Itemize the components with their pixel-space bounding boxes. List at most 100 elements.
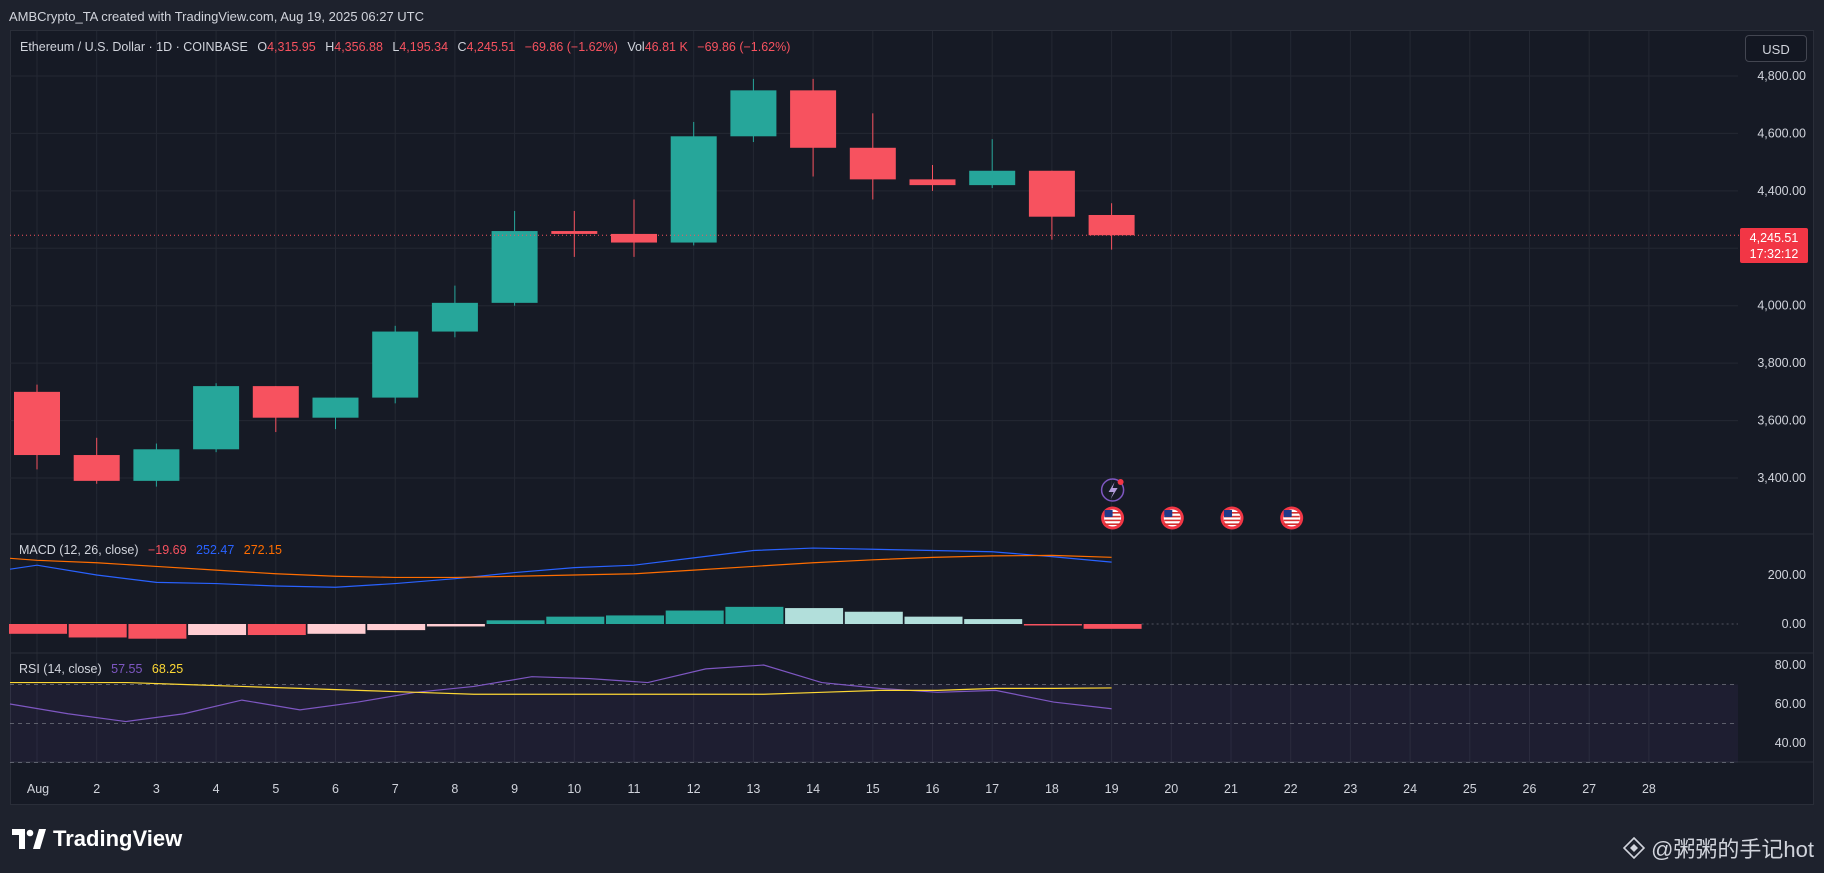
time-tick-label: 18	[1045, 782, 1059, 796]
macd-histogram-bar	[964, 619, 1023, 624]
time-tick-label: 13	[746, 782, 760, 796]
tradingview-logo-icon	[12, 829, 46, 849]
time-tick-label: 14	[806, 782, 820, 796]
macd-histogram-bar	[785, 608, 844, 624]
rsi-label: RSI (14, close)	[19, 662, 102, 676]
macd-histogram-bar	[1023, 624, 1082, 626]
candle	[372, 325, 419, 404]
time-tick-label: 2	[93, 782, 100, 796]
time-tick-label: 24	[1403, 782, 1417, 796]
macd-histogram-bar	[307, 624, 366, 634]
symbol-label[interactable]: Ethereum / U.S. Dollar · 1D · COINBASE	[20, 40, 248, 54]
volume-label: Vol	[627, 40, 645, 54]
macd-histogram-bar	[725, 606, 784, 624]
rsi-tick-label: 40.00	[1775, 736, 1806, 750]
macd-histogram-bar	[367, 624, 426, 631]
flag-stripe	[1224, 519, 1240, 522]
candle	[551, 210, 598, 257]
time-tick-label: 3	[153, 782, 160, 796]
flag-stripe	[1224, 523, 1240, 525]
lightning-dot	[1117, 479, 1124, 485]
change-value: −69.86 (−1.62%)	[524, 40, 618, 54]
candle	[312, 397, 359, 430]
candle	[1088, 203, 1135, 250]
macd-histogram-bar	[188, 624, 247, 636]
price-tick-label: 3,400.00	[1757, 471, 1806, 485]
macd-histogram-bar	[546, 616, 605, 624]
close-value: 4,245.51	[466, 40, 516, 54]
macd-histogram-bar	[9, 624, 67, 634]
open-label: O	[257, 40, 268, 54]
time-tick-label: 15	[866, 782, 880, 796]
time-tick-label: 17	[985, 782, 999, 796]
time-tick-label: 27	[1582, 782, 1596, 796]
candle	[73, 437, 120, 484]
price-tick-label: 4,800.00	[1757, 69, 1806, 83]
macd-line-value: 252.47	[196, 543, 235, 557]
macd-histogram-bar	[606, 615, 664, 624]
macd-histogram-bar	[426, 624, 485, 627]
tradingview-logo-text: TradingView	[53, 826, 183, 851]
price-tick-label: 3,800.00	[1757, 356, 1806, 370]
us-flag-icon	[1280, 506, 1304, 530]
candle-body	[372, 331, 419, 398]
price-tick-label: 3,600.00	[1757, 414, 1806, 428]
candle	[431, 285, 478, 338]
candle	[790, 78, 837, 177]
candle-body	[133, 449, 180, 481]
macd-histogram-bar	[904, 616, 963, 624]
macd-histogram-bar	[844, 611, 903, 624]
time-tick-label: 9	[511, 782, 518, 796]
flag-canton	[1164, 510, 1173, 517]
flag-stripe	[1104, 519, 1121, 522]
candle-body	[73, 455, 120, 481]
rsi-legend[interactable]: RSI (14, close) 57.55 68.25	[19, 662, 183, 676]
high-label: H	[325, 40, 335, 54]
chart-canvas[interactable]: 3,400.003,600.003,800.004,000.004,200.00…	[0, 0, 1824, 873]
rsi-tick-label: 60.00	[1775, 697, 1806, 711]
time-tick-label: 28	[1642, 782, 1656, 796]
candle	[969, 139, 1016, 188]
macd-histogram-bar	[665, 610, 724, 624]
macd-histogram-bar	[1083, 624, 1142, 629]
candle-body	[730, 90, 777, 137]
candle-body	[551, 231, 598, 234]
time-tick-label: 10	[567, 782, 581, 796]
time-tick-label: 5	[272, 782, 279, 796]
open-value: 4,315.95	[267, 40, 316, 54]
rsi-tick-label: 80.00	[1775, 658, 1806, 672]
tradingview-logo[interactable]: TradingView	[12, 826, 182, 852]
candle	[909, 165, 956, 191]
close-label: C	[457, 40, 467, 54]
candle-body	[252, 386, 299, 418]
macd-signal-value: 272.15	[243, 543, 282, 557]
diamond-logo-icon	[1623, 837, 1646, 859]
macd-hist-value: −19.69	[147, 543, 187, 557]
candle-body	[1028, 170, 1075, 217]
lightning-bolt	[1108, 482, 1118, 499]
flag-stripe	[1164, 523, 1181, 525]
watermark: @粥粥的手记hot	[1623, 832, 1814, 864]
time-tick-label: Aug	[27, 782, 49, 796]
candle	[849, 113, 896, 200]
time-tick-label: 11	[628, 782, 641, 796]
us-flag-icon	[1101, 506, 1125, 530]
us-flag-icon	[1160, 506, 1184, 530]
macd-histogram-bar	[247, 624, 306, 636]
currency-button[interactable]: USD	[1745, 35, 1807, 62]
candle	[670, 121, 717, 246]
time-tick-label: 16	[926, 782, 940, 796]
price-tick-label: 4,600.00	[1757, 126, 1806, 140]
flag-canton	[1104, 510, 1113, 517]
time-tick-label: 7	[392, 782, 399, 796]
flag-canton	[1283, 510, 1292, 517]
candle-body	[193, 386, 240, 450]
flag-stripe	[1164, 519, 1181, 522]
rsi-value: 57.55	[111, 662, 143, 676]
macd-histogram-bar	[68, 624, 127, 638]
bar-countdown: 17:32:12	[1749, 247, 1799, 261]
high-value: 4,356.88	[334, 40, 383, 54]
candle-body	[14, 391, 60, 456]
macd-legend[interactable]: MACD (12, 26, close) −19.69 252.47 272.1…	[19, 543, 282, 557]
lightning-icon	[1100, 478, 1125, 502]
